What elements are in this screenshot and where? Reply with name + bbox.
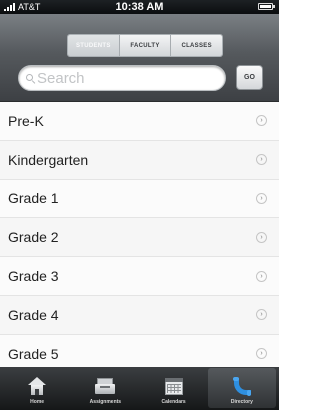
chevron-right-icon: › bbox=[256, 309, 267, 321]
tab-home[interactable]: Home bbox=[3, 368, 71, 408]
grade-list: Pre-K › Kindergarten › Grade 1 › Grade 2… bbox=[0, 102, 279, 374]
segment-classes[interactable]: CLASSES bbox=[171, 35, 222, 56]
tab-assignments[interactable]: Assignments bbox=[71, 368, 139, 408]
directory-segmented-control: STUDENTS FACULTY CLASSES bbox=[67, 34, 223, 57]
segment-students[interactable]: STUDENTS bbox=[68, 35, 120, 56]
battery-icon bbox=[258, 3, 275, 10]
list-item-label: Kindergarten bbox=[8, 151, 89, 168]
search-field[interactable] bbox=[18, 65, 226, 91]
chevron-right-icon: › bbox=[256, 154, 267, 166]
segment-faculty[interactable]: FACULTY bbox=[119, 35, 172, 56]
tab-label: Directory bbox=[230, 399, 253, 405]
header: STUDENTS FACULTY CLASSES GO bbox=[0, 14, 279, 102]
list-item[interactable]: Grade 2 › bbox=[0, 218, 279, 258]
status-time: 10:38 AM bbox=[115, 1, 164, 13]
list-item-label: Grade 5 bbox=[8, 345, 59, 362]
tab-label: Calendars bbox=[161, 399, 186, 405]
chevron-right-icon: › bbox=[256, 192, 267, 204]
phone-icon bbox=[232, 377, 252, 396]
tab-calendars[interactable]: Calendars bbox=[140, 368, 208, 408]
go-button[interactable]: GO bbox=[236, 65, 263, 90]
list-item[interactable]: Kindergarten › bbox=[0, 140, 279, 180]
list-item[interactable]: Grade 3 › bbox=[0, 257, 279, 296]
tab-directory[interactable]: Directory bbox=[207, 368, 276, 408]
list-item-label: Grade 4 bbox=[8, 306, 59, 323]
chevron-right-icon: › bbox=[256, 348, 267, 360]
list-item[interactable]: Grade 4 › bbox=[0, 295, 279, 335]
home-icon bbox=[27, 377, 47, 395]
search-icon bbox=[26, 73, 36, 84]
list-item-label: Grade 1 bbox=[8, 190, 59, 207]
tab-label: Home bbox=[30, 399, 45, 405]
list-item-label: Grade 3 bbox=[8, 268, 59, 285]
list-item[interactable]: Grade 1 › bbox=[0, 179, 279, 219]
search-input[interactable] bbox=[37, 69, 217, 87]
list-item-label: Grade 2 bbox=[8, 229, 59, 246]
status-bar: AT&T 10:38 AM bbox=[0, 0, 279, 14]
tab-label: Assignments bbox=[89, 399, 122, 405]
chevron-right-icon: › bbox=[256, 270, 267, 282]
list-item-label: Pre-K bbox=[8, 112, 44, 129]
tray-icon bbox=[95, 377, 116, 395]
chevron-right-icon: › bbox=[256, 231, 267, 243]
chevron-right-icon: › bbox=[256, 115, 267, 127]
list-item[interactable]: Pre-K › bbox=[0, 102, 279, 141]
calendar-icon bbox=[164, 377, 184, 395]
tab-bar: Home Assignments Calendars Directory bbox=[0, 367, 279, 410]
